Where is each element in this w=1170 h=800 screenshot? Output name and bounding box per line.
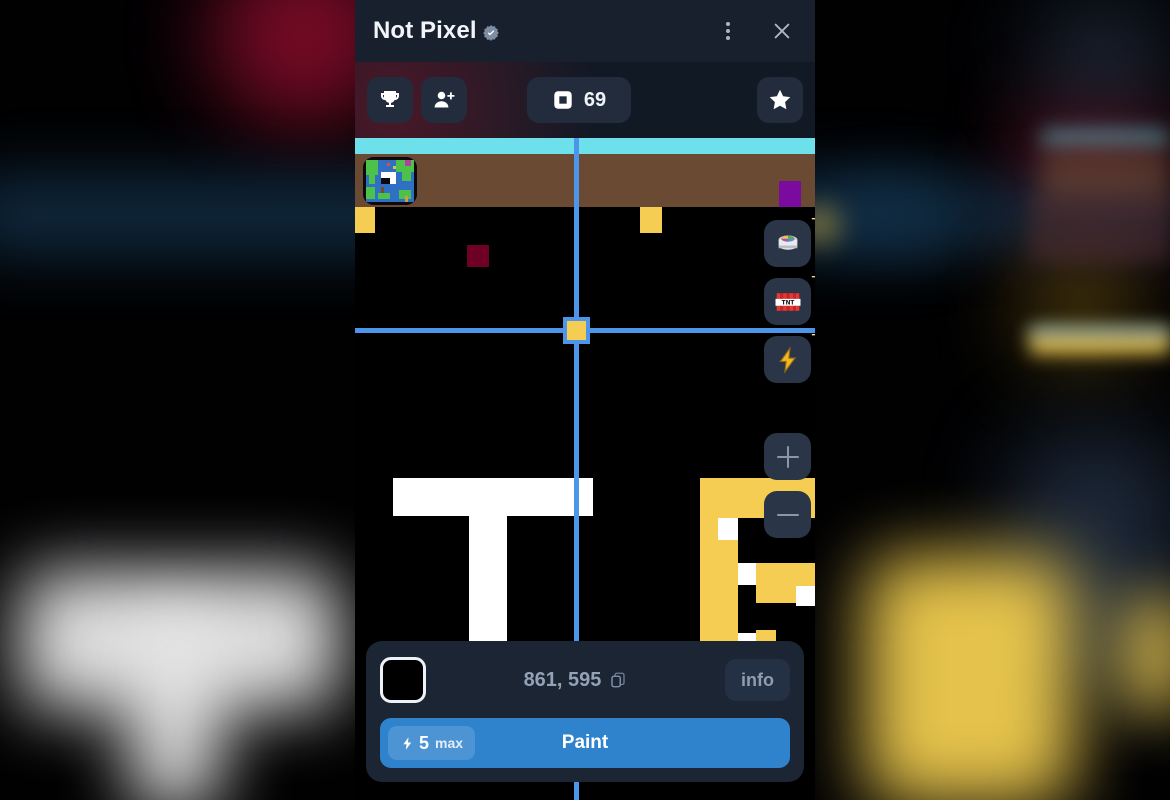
canvas-pixel-yellow-mid <box>640 207 662 233</box>
pixel-count-value: 69 <box>583 88 607 111</box>
page-title: Not Pixel <box>373 17 500 45</box>
zoom-in-button[interactable] <box>764 433 811 480</box>
star-icon[interactable] <box>757 77 803 123</box>
app-toolbar: 69 <box>355 62 815 138</box>
booster-add-badge[interactable]: + <box>811 210 815 229</box>
paint-bucket-booster[interactable]: + <box>764 210 815 267</box>
energy-value: 5 <box>419 732 430 753</box>
verified-badge-icon <box>482 24 500 42</box>
energy-booster[interactable]: + <box>764 326 815 383</box>
paint-panel: 861, 595 info 5 max Paint <box>366 641 804 782</box>
canvas-pixel-dark-red <box>467 245 489 267</box>
backdrop-glow-cyan <box>1040 130 1170 146</box>
canvas-ground-band <box>355 154 815 207</box>
booster-add-badge[interactable]: + <box>811 326 815 345</box>
canvas-side-rail: + + <box>764 210 815 538</box>
energy-max-label: max <box>435 735 464 751</box>
minus-icon <box>776 504 799 526</box>
backdrop-glow-slate-2 <box>1035 0 1170 110</box>
selected-color-swatch[interactable] <box>380 657 426 703</box>
coordinates-text: 861, 595 <box>523 668 602 691</box>
canvas-art-letter-t-tip <box>583 478 593 516</box>
close-icon[interactable] <box>765 14 799 48</box>
person-add-icon[interactable] <box>421 77 467 123</box>
backdrop-glow-gold <box>865 555 1075 800</box>
canvas-pixel-yellow-left <box>355 207 375 233</box>
canvas-sky-stripe <box>355 138 815 154</box>
booster-add-badge[interactable]: + <box>811 268 815 287</box>
energy-chip: 5 max <box>388 726 476 760</box>
svg-text:TNT: TNT <box>781 300 794 306</box>
copy-icon[interactable] <box>609 671 627 689</box>
backdrop-glow-gold-2 <box>1120 595 1170 715</box>
paint-button[interactable]: 5 max Paint <box>380 718 790 768</box>
zoom-out-button[interactable] <box>764 491 811 538</box>
tnt-booster[interactable]: + TNT <box>764 268 815 325</box>
canvas-pixel-purple <box>779 181 801 207</box>
app-title-text: Not Pixel <box>373 17 477 44</box>
info-button[interactable]: info <box>725 659 790 701</box>
pixel-canvas[interactable]: + + <box>355 138 815 800</box>
backdrop-glow-white-2 <box>130 620 220 800</box>
paint-panel-top-row: 861, 595 info <box>380 655 790 705</box>
plus-icon <box>776 445 799 468</box>
backdrop-edge-strip <box>1030 196 1170 262</box>
app-header: Not Pixel <box>355 0 815 62</box>
coordinates-display[interactable]: 861, 595 <box>426 669 725 692</box>
map-thumbnail[interactable] <box>363 157 417 205</box>
backdrop-edge-strip-blue <box>1030 328 1170 336</box>
more-vertical-icon[interactable] <box>711 14 745 48</box>
pixel-cursor[interactable] <box>563 317 590 344</box>
pixel-counter[interactable]: 69 <box>527 77 631 123</box>
pixel-square-icon <box>554 91 572 109</box>
lightning-bolt-icon <box>400 735 415 752</box>
trophy-icon[interactable] <box>367 77 413 123</box>
app-window: Not Pixel 69 TNT 861, 595 info 5 max Pai… <box>355 0 815 800</box>
